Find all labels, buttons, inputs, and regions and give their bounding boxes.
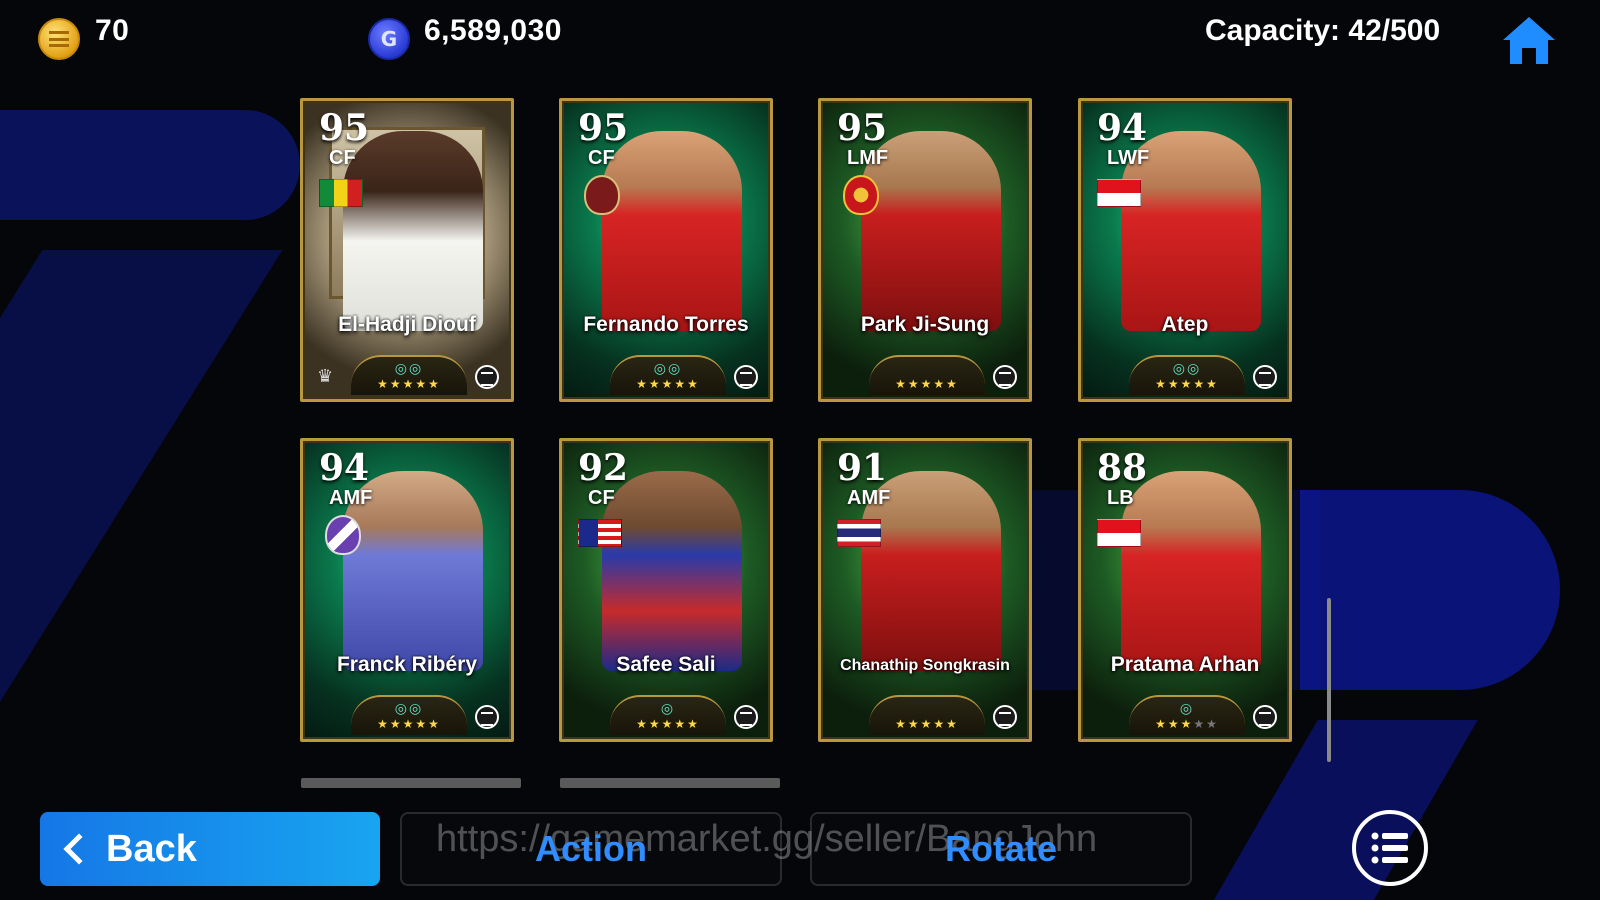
card-position: CF (329, 147, 356, 169)
list-menu-icon (1371, 832, 1408, 864)
player-card[interactable]: 95 CF El-Hadji Diouf ♛ ◎◎ ★★★★★ (300, 98, 514, 402)
card-footer: ◎◎ ★★★★★ (1129, 355, 1245, 395)
gp-balance: 6,589,030 (424, 14, 562, 47)
card-footer: ◎◎ ★★★★★ (610, 355, 726, 395)
card-footer: ◎ ★★★★★ (1129, 695, 1245, 735)
flag-indonesia-icon (1097, 519, 1141, 547)
bg-stripe (0, 250, 283, 770)
card-player-name: Safee Sali (616, 653, 716, 676)
back-button-label: Back (106, 827, 197, 870)
card-player-name: Fernando Torres (583, 313, 749, 336)
player-card[interactable]: 88 LB Pratama Arhan ◎ ★★★★★ (1078, 438, 1292, 742)
skill-icons: ◎◎ (653, 361, 683, 377)
gp-coin-icon: G (368, 18, 410, 60)
club-badge-icon (843, 175, 879, 215)
action-button-label: Action (535, 828, 647, 869)
player-card[interactable]: 94 LWF Atep ◎◎ ★★★★★ (1078, 98, 1292, 402)
card-rating: 94 (1097, 107, 1148, 149)
star-rating: ★★★★★ (895, 717, 959, 731)
card-footer: ★★★★★ (869, 355, 985, 395)
bg-stripe (0, 110, 300, 220)
trophy-icon: ♛ (317, 366, 334, 387)
star-rating: ★★★★★ (1155, 717, 1219, 731)
home-icon[interactable] (1500, 14, 1558, 66)
top-bar: 70 G 6,589,030 Capacity: 42/500 (0, 0, 1600, 72)
player-portrait (343, 131, 483, 331)
bg-stripe (1202, 720, 1478, 900)
star-rating: ★★★★★ (895, 377, 959, 391)
star-rating: ★★★★★ (636, 377, 700, 391)
skill-icons: ◎◎ (394, 361, 424, 377)
scrollbar[interactable] (1327, 598, 1331, 762)
card-footer: ◎◎ ★★★★★ (351, 695, 467, 735)
player-card[interactable]: 95 CF Fernando Torres ◎◎ ★★★★★ (559, 98, 773, 402)
star-rating: ★★★★★ (377, 377, 441, 391)
card-rating: 88 (1097, 447, 1148, 489)
skill-icons: ◎ (660, 701, 676, 717)
flag-senegal-icon (319, 179, 363, 207)
card-position: CF (588, 147, 615, 169)
flag-indonesia-icon (1097, 179, 1141, 207)
card-position: LWF (1107, 147, 1150, 169)
card-player-name: Atep (1161, 313, 1209, 336)
card-rating: 95 (319, 107, 370, 149)
card-progress-bar (301, 778, 521, 788)
card-position: AMF (847, 487, 891, 509)
efootball-icon (734, 365, 758, 389)
card-footer: ★★★★★ (869, 695, 985, 735)
efootball-icon (993, 365, 1017, 389)
player-card[interactable]: 91 AMF Chanathip Songkrasin ★★★★★ (818, 438, 1032, 742)
card-player-name: Park Ji-Sung (860, 313, 990, 336)
player-card[interactable]: 92 CF Safee Sali ◎ ★★★★★ (559, 438, 773, 742)
star-rating: ★★★★★ (1155, 377, 1219, 391)
chevron-left-icon (63, 833, 95, 865)
skill-icons: ◎◎ (394, 701, 424, 717)
card-rating: 92 (578, 447, 629, 489)
card-rating: 91 (837, 447, 888, 489)
player-card[interactable]: 95 LMF Park Ji-Sung ★★★★★ (818, 98, 1032, 402)
efootball-icon (1253, 365, 1277, 389)
club-badge-icon (584, 175, 620, 215)
skill-icons: ◎◎ (1172, 361, 1202, 377)
star-rating: ★★★★★ (377, 717, 441, 731)
background (0, 0, 1600, 900)
player-portrait (602, 131, 742, 331)
back-button[interactable]: Back (40, 812, 380, 886)
card-footer: ◎ ★★★★★ (610, 695, 726, 735)
efootball-icon (475, 365, 499, 389)
card-rating: 95 (578, 107, 629, 149)
efootball-icon (993, 705, 1017, 729)
efootball-icon (734, 705, 758, 729)
card-rating: 95 (837, 107, 888, 149)
efootball-icon (475, 705, 499, 729)
card-position: LB (1107, 487, 1134, 509)
card-player-name: Franck Ribéry (336, 653, 478, 676)
card-position: LMF (847, 147, 889, 169)
star-rating: ★★★★★ (636, 717, 700, 731)
card-player-name: El-Hadji Diouf (338, 313, 476, 336)
ecoin-icon (38, 18, 80, 60)
list-menu-button[interactable] (1352, 810, 1428, 886)
card-position: CF (588, 487, 615, 509)
ecoin-balance: 70 (95, 14, 130, 47)
flag-malaysia-icon (578, 519, 622, 547)
player-portrait (602, 471, 742, 671)
club-badge-icon (325, 515, 361, 555)
bg-stripe (1300, 490, 1560, 690)
card-progress-bar (560, 778, 780, 788)
capacity-label: Capacity: 42/500 (1205, 14, 1441, 47)
skill-icons: ◎ (1179, 701, 1195, 717)
flag-thailand-icon (837, 519, 881, 547)
card-position: AMF (329, 487, 373, 509)
card-player-name: Chanathip Songkrasin (840, 657, 1010, 674)
efootball-icon (1253, 705, 1277, 729)
card-player-name: Pratama Arhan (1110, 653, 1260, 676)
player-portrait (1121, 471, 1261, 671)
player-card[interactable]: 94 AMF Franck Ribéry ◎◎ ★★★★★ (300, 438, 514, 742)
rotate-button-label: Rotate (944, 828, 1057, 869)
card-rating: 94 (319, 447, 370, 489)
card-footer: ◎◎ ★★★★★ (351, 355, 467, 395)
